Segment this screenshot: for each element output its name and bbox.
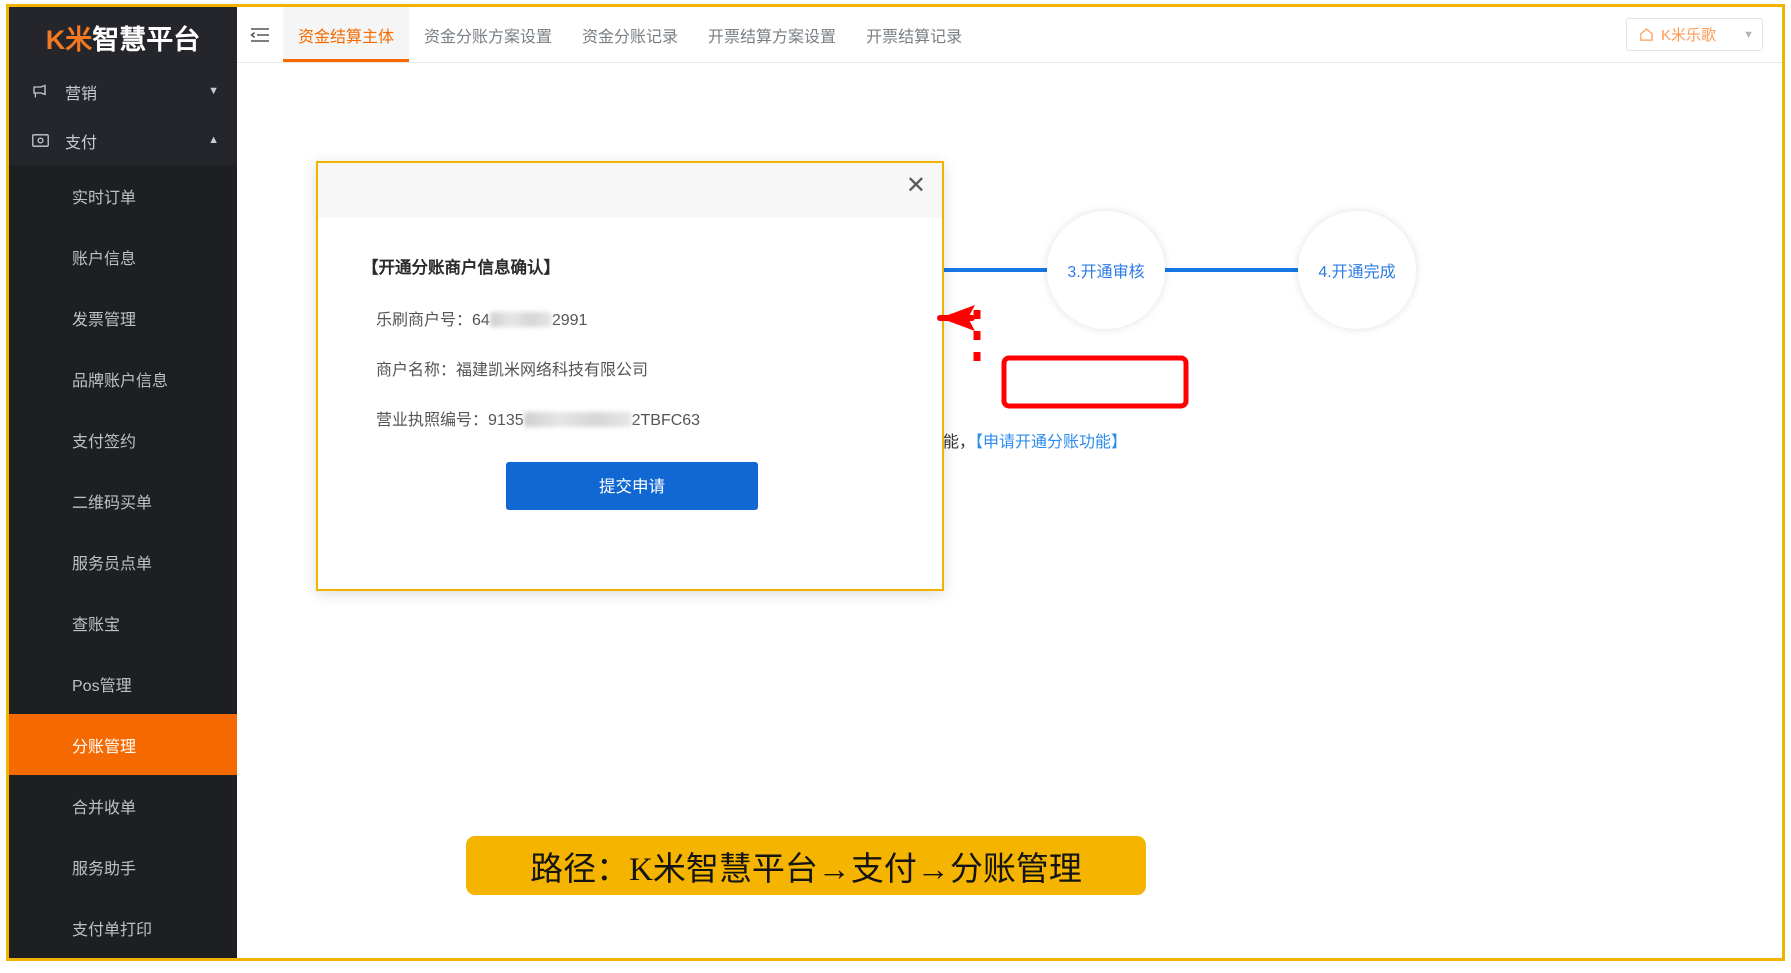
main-area: 资金结算主体 资金分账方案设置 资金分账记录 开票结算方案设置 开票结算记录 K… <box>237 7 1785 958</box>
sidebar-item-invoice-management[interactable]: 发票管理 <box>9 287 237 348</box>
megaphone-icon <box>29 83 51 100</box>
collapse-menu-icon[interactable] <box>237 7 283 62</box>
payment-icon <box>29 134 51 147</box>
field-merchant-number-value-prefix: 64 <box>472 312 490 329</box>
tab-fund-split-plan-settings[interactable]: 资金分账方案设置 <box>409 7 567 62</box>
home-icon <box>1639 27 1654 42</box>
app-screenshot: K米 智慧平台 营销 ▼ 支付 ▲ 实时订单 账户信息 发票管理 品牌账户信息 … <box>0 0 1791 973</box>
sidebar-group-marketing[interactable]: 营销 ▼ <box>9 67 237 116</box>
brand-logo: K米 智慧平台 <box>9 7 237 67</box>
sidebar-group-marketing-label: 营销 <box>65 85 98 103</box>
tab-invoice-settlement-records[interactable]: 开票结算记录 <box>851 7 977 62</box>
dialog-title: 【开通分账商户信息确认】 <box>362 259 560 277</box>
topbar: 资金结算主体 资金分账方案设置 资金分账记录 开票结算方案设置 开票结算记录 K… <box>237 7 1785 63</box>
sidebar-item-waiter-order[interactable]: 服务员点单 <box>9 531 237 592</box>
sidebar-item-service-assistant[interactable]: 服务助手 <box>9 836 237 897</box>
tab-invoice-settlement-plan-settings[interactable]: 开票结算方案设置 <box>693 7 851 62</box>
field-merchant-number-label: 乐刷商户号： <box>376 312 473 329</box>
field-business-license-label: 营业执照编号： <box>376 412 489 429</box>
brand-logo-rest: 智慧平台 <box>92 24 201 55</box>
user-name: K米乐歌 <box>1661 27 1717 44</box>
submit-application-button[interactable]: 提交申请 <box>506 462 758 510</box>
field-merchant-name-value: 福建凯米网络科技有限公司 <box>456 362 649 379</box>
sidebar-item-account-info[interactable]: 账户信息 <box>9 226 237 287</box>
chevron-down-icon: ▼ <box>1743 28 1754 41</box>
dialog-body: 【开通分账商户信息确认】 乐刷商户号：64 2991 商户名称：福建凯米网络科技有… <box>318 218 942 510</box>
merchant-info-confirm-dialog: ✕ 【开通分账商户信息确认】 乐刷商户号：64 2991 商户名称：福建凯米网络科… <box>316 161 944 591</box>
field-business-license-value-suffix: 2TBFC63 <box>631 412 701 429</box>
sidebar-item-pos-management[interactable]: Pos管理 <box>9 653 237 714</box>
apply-split-function-link[interactable]: 【申请开通分账功能】 <box>975 434 1127 451</box>
step-4-complete: 4.开通完成 <box>1298 211 1416 329</box>
sidebar-item-payment-slip-print[interactable]: 支付单打印 <box>9 897 237 958</box>
field-merchant-name-label: 商户名称： <box>376 362 457 379</box>
top-tabs: 资金结算主体 资金分账方案设置 资金分账记录 开票结算方案设置 开票结算记录 <box>283 7 977 62</box>
redacted-mask <box>523 412 632 427</box>
step-4-label: 4.开通完成 <box>1318 264 1396 281</box>
sidebar-item-split-account-management[interactable]: 分账管理 <box>9 714 237 775</box>
chevron-up-icon: ▲ <box>208 134 219 146</box>
redacted-mask <box>489 312 552 327</box>
sidebar-item-realtime-orders[interactable]: 实时订单 <box>9 165 237 226</box>
field-merchant-number: 乐刷商户号：64 2991 <box>362 306 902 330</box>
field-business-license-number: 营业执照编号：9135 2TBFC63 <box>362 406 902 430</box>
path-annotation-text: 路径：K米智慧平台→支付→分账管理 <box>530 851 1082 888</box>
dialog-header: ✕ <box>318 163 942 218</box>
sidebar: K米 智慧平台 营销 ▼ 支付 ▲ 实时订单 账户信息 发票管理 品牌账户信息 … <box>9 7 237 958</box>
sidebar-group-payment[interactable]: 支付 ▲ <box>9 116 237 165</box>
sidebar-submenu-payment: 实时订单 账户信息 发票管理 品牌账户信息 支付签约 二维码买单 服务员点单 查… <box>9 165 237 958</box>
sidebar-item-account-check[interactable]: 查账宝 <box>9 592 237 653</box>
field-business-license-value-prefix: 9135 <box>488 412 524 429</box>
chevron-down-icon: ▼ <box>208 85 219 97</box>
sidebar-item-payment-contract[interactable]: 支付签约 <box>9 409 237 470</box>
field-merchant-name: 商户名称：福建凯米网络科技有限公司 <box>362 356 902 380</box>
user-menu[interactable]: K米乐歌 ▼ <box>1626 18 1763 51</box>
path-annotation-banner: 路径：K米智慧平台→支付→分账管理 <box>466 836 1146 895</box>
tab-fund-split-records[interactable]: 资金分账记录 <box>567 7 693 62</box>
step-3-label: 3.开通审核 <box>1067 264 1145 281</box>
brand-logo-highlight: K米 <box>45 24 93 55</box>
sidebar-item-merge-receipt[interactable]: 合并收单 <box>9 775 237 836</box>
step-3-review: 3.开通审核 <box>1047 211 1165 329</box>
sidebar-item-qrcode-payment[interactable]: 二维码买单 <box>9 470 237 531</box>
dialog-footer: 提交申请 <box>362 462 902 510</box>
step-connector-middle <box>1157 268 1307 272</box>
sidebar-item-brand-account-info[interactable]: 品牌账户信息 <box>9 348 237 409</box>
close-icon[interactable]: ✕ <box>906 173 926 197</box>
tab-fund-settlement-entity[interactable]: 资金结算主体 <box>283 7 410 62</box>
field-merchant-number-value-suffix: 2991 <box>551 312 588 329</box>
content-area: 3.开通审核 4.开通完成 分账功能，【申请开通分账功能】 ✕ 【开通分账商户信… <box>237 63 1785 958</box>
sidebar-group-payment-label: 支付 <box>65 134 98 152</box>
